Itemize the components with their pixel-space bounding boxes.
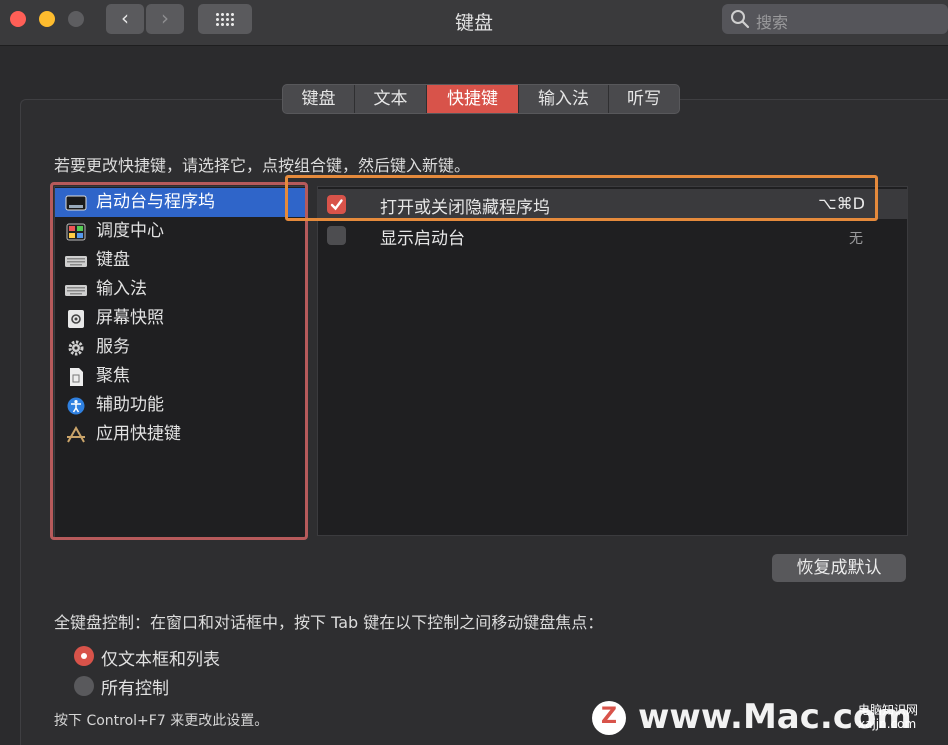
radio-text-boxes-and-lists[interactable]: [74, 646, 94, 666]
shortcut-list[interactable]: 打开或关闭隐藏程序坞 ⌥⌘D 显示启动台 无: [317, 186, 908, 536]
tab-bar: 键盘 文本 快捷键 输入法 听写: [282, 84, 680, 114]
shortcut-key[interactable]: 无: [849, 228, 863, 248]
shortcut-label: 显示启动台: [380, 229, 465, 249]
keyboard-control-note: 按下 Control+F7 来更改此设置。: [54, 713, 269, 729]
search-icon: [731, 10, 750, 29]
search-placeholder: 搜索: [756, 13, 789, 32]
watermark-logo: Z: [592, 701, 626, 735]
search-field[interactable]: 搜索: [722, 4, 948, 34]
shortcut-checkbox[interactable]: [327, 226, 346, 245]
instruction-text: 若要更改快捷键，请选择它，点按组合键，然后键入新键。: [54, 156, 471, 175]
keyboard-control-title: 全键盘控制：在窗口和对话框中，按下 Tab 键在以下控制之间移动键盘焦点：: [54, 613, 604, 632]
category-list-highlight: [50, 182, 308, 540]
tab-dictation[interactable]: 听写: [609, 85, 679, 113]
tab-keyboard[interactable]: 键盘: [283, 85, 355, 113]
tab-shortcuts[interactable]: 快捷键: [427, 85, 519, 113]
radio-label-all-controls[interactable]: 所有控制: [101, 674, 169, 699]
restore-defaults-button[interactable]: 恢复成默认: [772, 554, 906, 582]
radio-label-text-boxes-and-lists[interactable]: 仅文本框和列表: [101, 645, 220, 670]
shortcut-row-highlight: [285, 175, 878, 221]
tab-text[interactable]: 文本: [355, 85, 427, 113]
title-bar: ‹ › 键盘 搜索: [0, 0, 948, 46]
radio-all-controls[interactable]: [74, 676, 94, 696]
shortcut-row-show-launchpad[interactable]: 显示启动台 无: [318, 220, 907, 250]
tab-input-sources[interactable]: 输入法: [519, 85, 609, 113]
watermark: Z www.Mac.com 电脑知识网 xajjn.com: [588, 695, 948, 745]
watermark-small-text: 电脑知识网 xajjn.com: [858, 703, 919, 731]
